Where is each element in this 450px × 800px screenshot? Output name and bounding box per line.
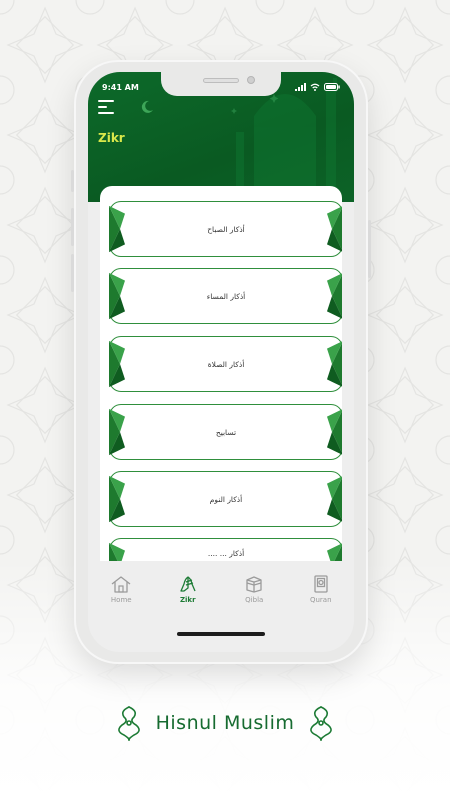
tab-label: Home [110,595,132,604]
bottom-tab-bar: Home Zikr Qibla Quran [88,561,354,617]
signal-icon [295,83,306,91]
ribbon-right-icon [327,476,342,522]
ornament-left-icon [117,706,140,741]
home-icon [111,575,131,593]
ribbon-left-icon [109,340,125,388]
zikr-item-label: أذكار الصلاة [207,359,245,369]
power-button [368,220,371,278]
tab-quran[interactable]: Quran [291,574,351,604]
quran-book-icon [314,574,328,593]
ribbon-right-icon [327,206,342,252]
menu-button[interactable] [98,100,114,114]
ribbon-right-icon [327,409,342,455]
zikr-item-morning[interactable]: أذكار الصباح [109,201,342,257]
brand-footer: Hisnul Muslim [0,705,450,741]
ribbon-left-icon [109,272,125,320]
ornament-right-icon [310,706,333,741]
tab-label: Zikr [179,595,196,604]
zikr-item-evening[interactable]: أذكار المساء [109,268,342,324]
wifi-icon [310,83,320,91]
kaaba-icon [246,575,262,593]
zikr-item-tasbih[interactable]: تسابيح [109,404,342,460]
ribbon-left-icon [109,542,125,561]
status-time: 9:41 AM [102,82,139,92]
zikr-item-label: أذكار النوم [209,494,243,504]
ribbon-right-icon [327,273,342,319]
volume-down-button [71,254,74,292]
tab-zikr[interactable]: Zikr [158,575,218,604]
tab-home[interactable]: Home [91,575,151,604]
volume-up-button [71,208,74,246]
ribbon-left-icon [109,475,125,523]
zikr-item-sleep[interactable]: أذكار النوم [109,471,342,527]
tab-label: Quran [309,595,332,604]
phone-mockup: 9:41 AM Zikr أذكار الصباح أذكار المساء أ… [71,60,371,664]
crescent-moon-icon [141,100,153,113]
zikr-item-label: أذكار ... .... [207,548,245,558]
ribbon-left-icon [109,408,125,456]
zikr-list: أذكار الصباح أذكار المساء أذكار الصلاة ت… [100,186,342,561]
battery-icon [324,83,340,91]
zikr-item-prayer[interactable]: أذكار الصلاة [109,336,342,392]
ribbon-left-icon [109,205,125,253]
tab-qibla[interactable]: Qibla [224,575,284,604]
zikr-item-label: أذكار الصباح [207,224,245,234]
app-screen: 9:41 AM Zikr أذكار الصباح أذكار المساء أ… [88,72,354,652]
zikr-item-label: أذكار المساء [206,291,246,301]
ribbon-right-icon [327,543,342,561]
mute-switch [71,170,74,192]
ribbon-right-icon [327,341,342,387]
status-bar: 9:41 AM [102,80,340,94]
zikr-item-partial[interactable]: أذكار ... .... [109,538,342,561]
page-title: Zikr [98,131,125,145]
zikr-item-label: تسابيح [215,427,237,437]
home-indicator [177,632,265,636]
tab-label: Qibla [245,595,264,604]
praying-hands-icon [180,575,196,592]
app-header: 9:41 AM Zikr [88,72,354,202]
app-name: Hisnul Muslim [155,712,295,734]
